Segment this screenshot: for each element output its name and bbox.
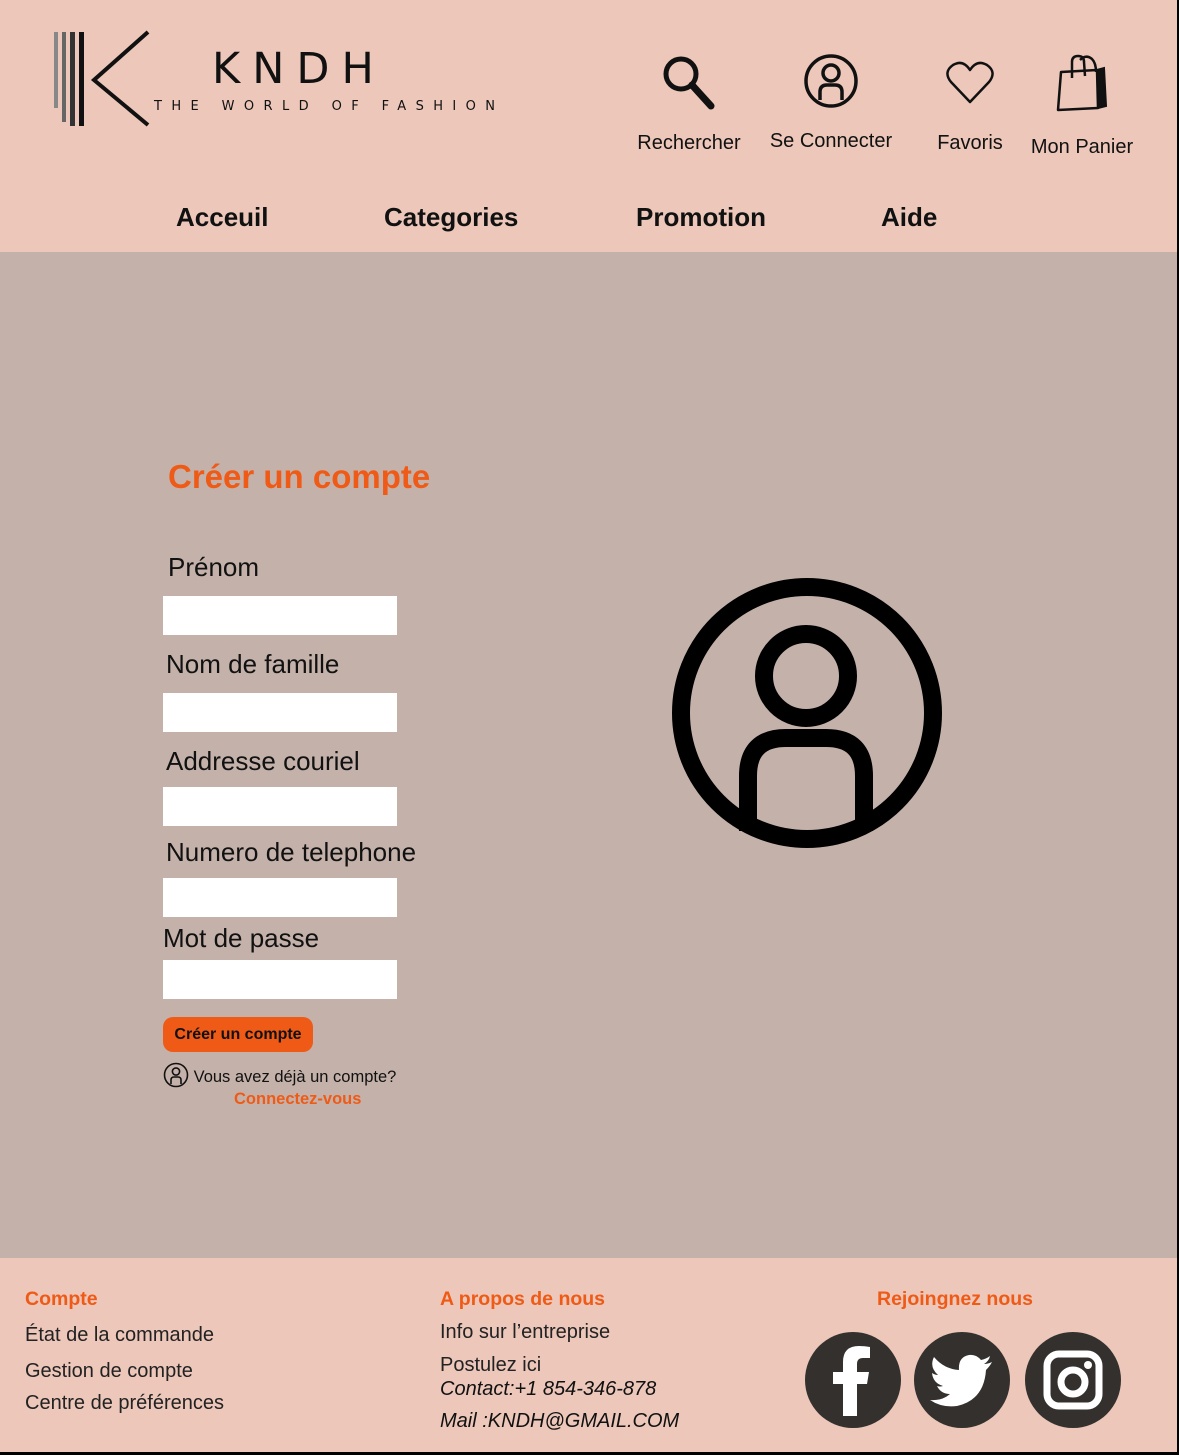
footer-mail: Mail :KNDH@GMAIL.COM <box>440 1410 680 1432</box>
search-button[interactable]: Rechercher <box>630 50 748 155</box>
first-name-label: Prénom <box>168 552 260 582</box>
site-header: KNDH THE WORLD OF FASHION Rechercher Se … <box>0 0 1177 252</box>
logo-mark-icon <box>54 30 150 127</box>
footer-about-heading: A propos de nous <box>440 1288 606 1310</box>
footer-link-order-status[interactable]: État de la commande <box>25 1324 214 1347</box>
first-name-input[interactable] <box>163 596 397 635</box>
nav-item-aide[interactable]: Aide <box>881 202 937 233</box>
password-label: Mot de passe <box>163 923 320 953</box>
brand-name: KNDH <box>212 44 386 94</box>
site-footer: Compte État de la commande Gestion de co… <box>0 1258 1177 1452</box>
footer-link-preferences[interactable]: Centre de préférences <box>25 1392 224 1415</box>
favorites-button[interactable]: Favoris <box>926 58 1014 155</box>
twitter-button[interactable] <box>914 1332 1010 1428</box>
last-name-input[interactable] <box>163 693 397 732</box>
user-circle-icon <box>163 1062 189 1088</box>
user-circle-icon <box>804 54 858 108</box>
nav-item-acceuil[interactable]: Acceuil <box>176 202 269 233</box>
instagram-button[interactable] <box>1025 1332 1121 1428</box>
main-nav: Acceuil Categories Promotion Aide <box>0 198 1177 240</box>
footer-link-account-management[interactable]: Gestion de compte <box>25 1360 193 1383</box>
login-button[interactable]: Se Connecter <box>762 52 900 153</box>
form-title: Créer un compte <box>168 458 431 495</box>
email-input[interactable] <box>163 787 397 826</box>
have-account-row: Vous avez déjà un compte? <box>163 1062 396 1088</box>
page: KNDH THE WORLD OF FASHION Rechercher Se … <box>0 0 1177 1452</box>
cart-label: Mon Panier <box>1030 136 1134 158</box>
user-avatar-icon <box>672 578 942 848</box>
facebook-button[interactable] <box>805 1332 901 1428</box>
brand-tagline: THE WORLD OF FASHION <box>154 99 505 114</box>
cart-button[interactable]: Mon Panier <box>1024 52 1140 159</box>
brand-logo[interactable]: KNDH THE WORLD OF FASHION <box>52 28 495 132</box>
nav-item-categories[interactable]: Categories <box>384 202 518 233</box>
create-account-button[interactable]: Créer un compte <box>163 1017 313 1052</box>
phone-label: Numero de telephone <box>166 837 417 867</box>
twitter-icon <box>930 1354 992 1407</box>
nav-item-promotion[interactable]: Promotion <box>636 202 766 233</box>
heart-icon <box>946 61 994 104</box>
login-label: Se Connecter <box>769 130 893 152</box>
favorites-label: Favoris <box>937 132 1003 154</box>
footer-account-heading: Compte <box>25 1288 98 1310</box>
have-account-text: Vous avez déjà un compte? <box>193 1068 397 1086</box>
last-name-label: Nom de famille <box>166 649 340 679</box>
footer-link-apply[interactable]: Postulez ici <box>440 1354 541 1377</box>
password-input[interactable] <box>163 960 397 999</box>
email-label: Addresse couriel <box>166 746 360 776</box>
facebook-icon <box>833 1346 870 1416</box>
search-label: Rechercher <box>637 132 741 154</box>
login-link[interactable]: Connectez-vous <box>234 1090 361 1109</box>
footer-contact: Contact:+1 854-346-878 <box>440 1378 657 1400</box>
main-content: Créer un compte Prénom Nom de famille Ad… <box>0 252 1177 1258</box>
footer-social-heading: Rejoingnez nous <box>877 1288 1033 1310</box>
footer-link-company-info[interactable]: Info sur l’entreprise <box>440 1321 610 1344</box>
shopping-bag-icon <box>1056 54 1108 112</box>
instagram-icon <box>1043 1350 1103 1410</box>
search-icon <box>663 56 715 110</box>
phone-input[interactable] <box>163 878 397 917</box>
